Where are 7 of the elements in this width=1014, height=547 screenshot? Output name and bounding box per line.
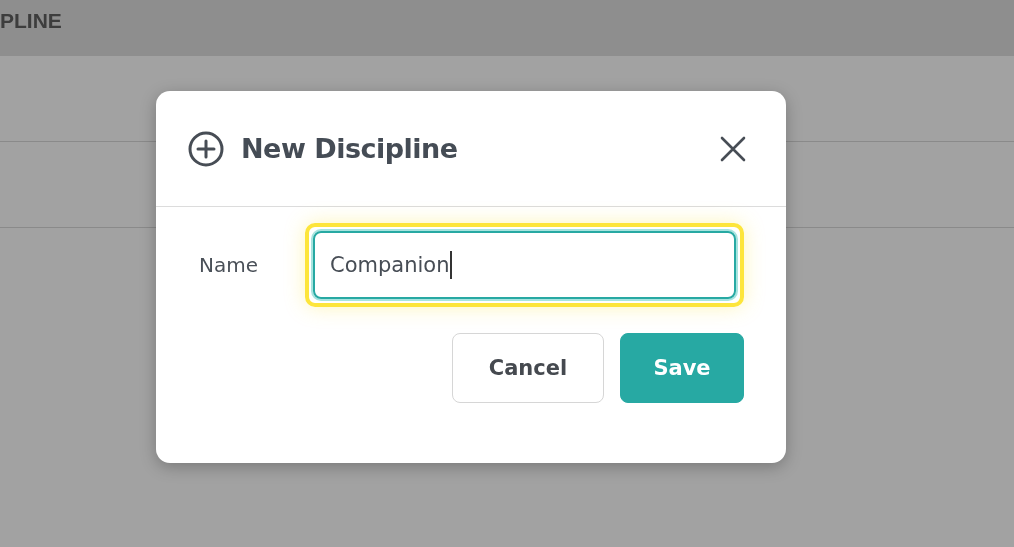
close-button[interactable]: [720, 135, 746, 162]
plus-circle-icon: [187, 129, 225, 168]
field-label: Name: [199, 253, 259, 277]
dialog-title: New Discipline: [241, 133, 459, 164]
cancel-button[interactable]: Cancel: [452, 333, 604, 403]
name-input-field[interactable]: Companion: [313, 231, 736, 299]
page-heading: PLINE: [0, 9, 62, 33]
